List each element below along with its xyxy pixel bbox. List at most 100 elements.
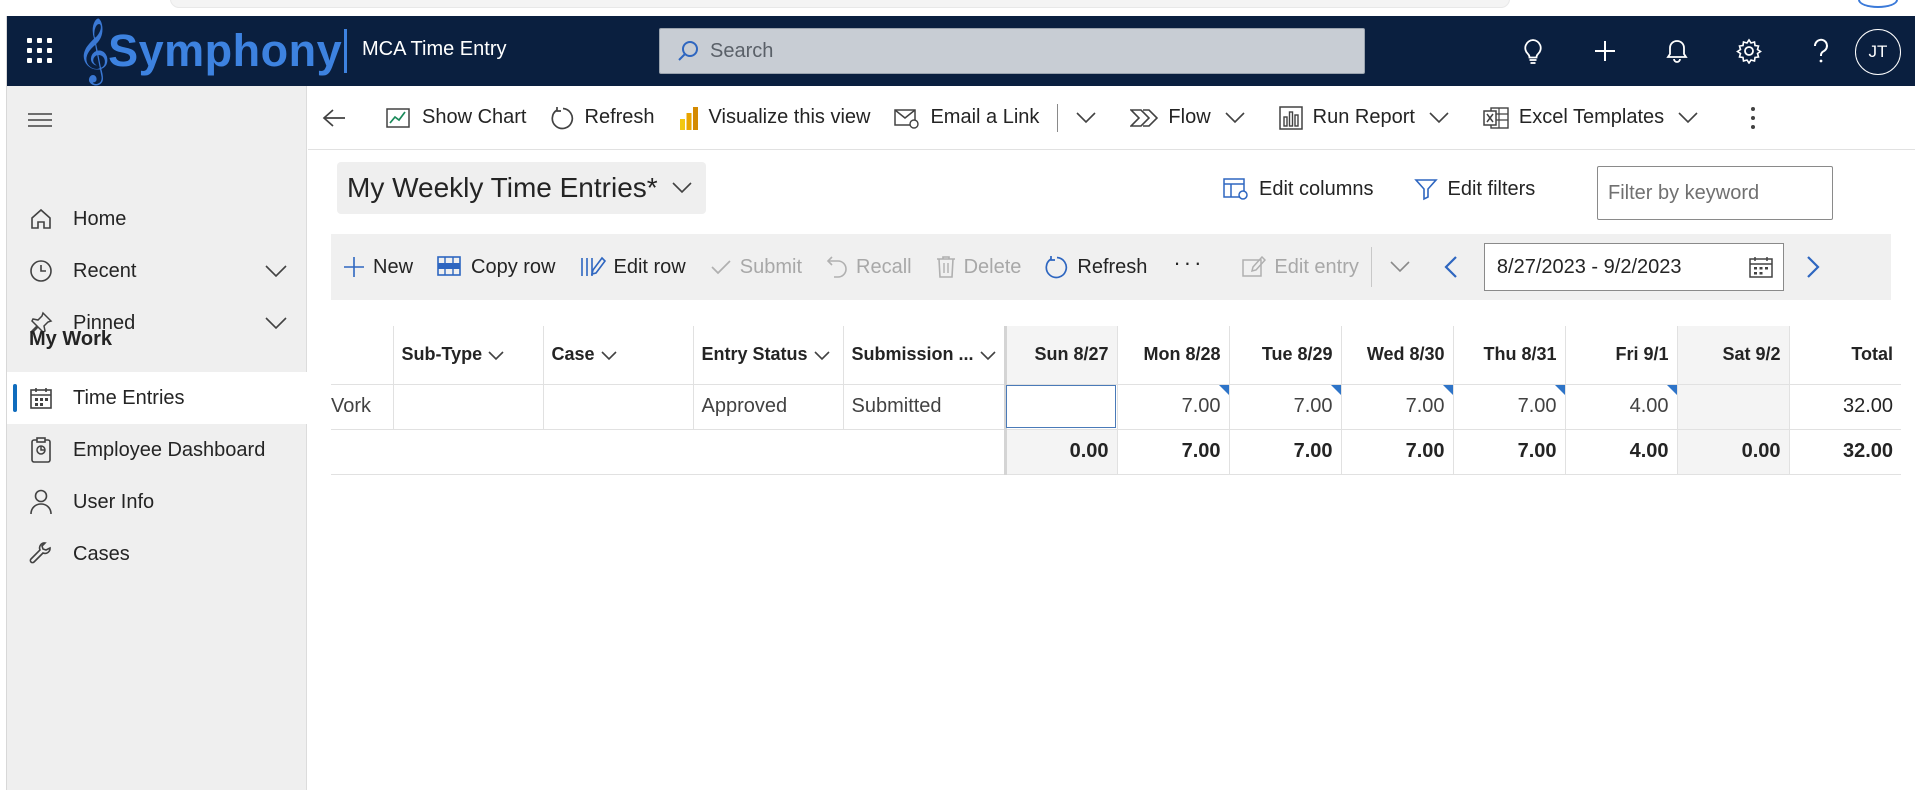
refresh-button[interactable]: Refresh [539,86,667,150]
lightbulb-icon[interactable] [1497,16,1569,86]
sidebar-item-employee-dashboard[interactable]: Employee Dashboard [7,424,307,476]
submit-label: Submit [739,255,802,278]
column-header-type[interactable] [331,326,393,385]
browser-corner-icon [1858,0,1898,8]
cell-case[interactable] [542,384,693,430]
edit-entry-button[interactable]: Edit entry [1230,234,1370,300]
cell-fri[interactable]: 4.00 [1564,384,1678,430]
top-icons [1497,16,1857,86]
chevron-down-icon[interactable] [1076,111,1096,124]
table-row[interactable]: Vork Approved Submitted 7.00 7.00 7.00 7… [331,384,1902,430]
wrench-icon [27,540,55,568]
column-header-entry-status[interactable]: Entry Status [692,326,843,385]
date-range-picker[interactable]: 8/27/2023 - 9/2/2023 [1483,243,1784,291]
column-header-mon[interactable]: Mon 8/28 [1116,326,1230,385]
submit-button[interactable]: Submit [698,234,814,300]
email-link-button[interactable]: Email a Link [882,86,1118,150]
calendar-icon[interactable] [1749,256,1773,278]
browser-strip [0,0,1915,16]
edit-columns-button[interactable]: Edit columns [1223,177,1374,201]
sidebar-item-cases[interactable]: Cases [7,528,307,580]
column-header-case[interactable]: Case [542,326,693,385]
grid-refresh-button[interactable]: Refresh [1033,234,1159,300]
copy-row-button[interactable]: Copy row [425,234,567,300]
chevron-down-icon[interactable] [1678,111,1698,124]
visualize-view-button[interactable]: Visualize this view [667,86,883,150]
user-avatar[interactable]: JT [1855,29,1901,75]
sidebar-item-user-info[interactable]: User Info [7,476,307,528]
powerbi-icon [679,106,698,130]
more-commands-button[interactable] [1738,86,1778,150]
column-header-tue[interactable]: Tue 8/29 [1228,326,1342,385]
app-launcher-icon[interactable] [27,38,53,64]
search-placeholder: Search [710,39,774,62]
app-frame: 𝄞 Symphony MCA Time Entry Search JT Home… [6,16,1915,790]
column-header-thu[interactable]: Thu 8/31 [1452,326,1566,385]
cell-sun[interactable] [1003,384,1118,430]
calendar-icon [27,384,55,412]
sidebar-item-label: User Info [73,490,155,513]
delete-button[interactable]: Delete [924,234,1034,300]
chevron-left-icon [1444,256,1457,278]
grid-header-row: Sub-Type Case Entry Status Submission ..… [331,326,1902,385]
back-button[interactable] [308,86,374,150]
gear-icon[interactable] [1713,16,1785,86]
chevron-down-icon[interactable] [265,265,287,277]
column-header-sun[interactable]: Sun 8/27 [1003,326,1118,385]
chevron-down-icon[interactable] [1225,111,1245,124]
undo-icon [826,256,847,278]
search-input[interactable]: Search [659,28,1365,74]
recall-button[interactable]: Recall [814,234,924,300]
cell-sat[interactable] [1676,384,1790,430]
cell-sub-type[interactable] [392,384,543,430]
chevron-down-icon[interactable] [265,317,287,329]
app-title[interactable]: MCA Time Entry [362,38,506,61]
flow-button[interactable]: Flow [1118,86,1266,150]
new-button[interactable]: New [331,234,425,300]
view-selector[interactable]: My Weekly Time Entries* [337,162,706,214]
brand-divider [344,29,348,73]
next-week-button[interactable] [1784,234,1842,300]
cell-entry-status[interactable]: Approved [692,384,843,430]
edit-row-button[interactable]: Edit row [568,234,698,300]
cell-empty [693,429,843,475]
cell-tue[interactable]: 7.00 [1228,384,1342,430]
show-chart-button[interactable]: Show Chart [374,86,539,150]
help-icon[interactable] [1785,16,1857,86]
cell-mon[interactable]: 7.00 [1116,384,1230,430]
plus-icon[interactable] [1569,16,1641,86]
excel-templates-button[interactable]: Excel Templates [1471,86,1720,150]
column-header-submission[interactable]: Submission ... [842,326,1006,385]
bell-icon[interactable] [1641,16,1713,86]
chevron-down-icon[interactable] [1429,111,1449,124]
filter-keyword-placeholder: Filter by keyword [1608,181,1760,204]
run-report-button[interactable]: Run Report [1267,86,1471,150]
sidebar-item-recent[interactable]: Recent [7,245,307,297]
cell-wed[interactable]: 7.00 [1340,384,1454,430]
previous-week-button[interactable] [1436,234,1480,300]
column-header-sat[interactable]: Sat 9/2 [1676,326,1790,385]
column-header-fri[interactable]: Fri 9/1 [1564,326,1678,385]
chevron-right-icon [1807,256,1820,278]
column-header-sub-type[interactable]: Sub-Type [392,326,543,385]
new-label: New [373,255,414,278]
hamburger-menu-icon[interactable] [27,112,53,128]
chevron-down-icon [488,350,504,360]
sidebar-item-home[interactable]: Home [7,193,307,245]
filter-keyword-input[interactable]: Filter by keyword [1597,166,1833,220]
view-title: My Weekly Time Entries* [347,172,658,203]
more-options-button[interactable]: ··· [1159,234,1230,300]
totals-row: 0.00 7.00 7.00 7.00 7.00 4.00 0.00 32.00 [331,429,1902,475]
cell-submission[interactable]: Submitted [842,384,1006,430]
cell-type[interactable]: Vork [331,384,393,430]
cell-thu[interactable]: 7.00 [1452,384,1566,430]
edit-entry-dropdown[interactable] [1378,234,1436,300]
edit-filters-button[interactable]: Edit filters [1413,177,1535,201]
cell-empty [331,429,393,475]
show-chart-label: Show Chart [422,106,527,128]
total-grand: 32.00 [1788,429,1902,475]
sidebar-item-time-entries[interactable]: Time Entries [7,372,307,424]
column-header-wed[interactable]: Wed 8/30 [1340,326,1454,385]
edit-row-icon [580,256,606,276]
brand-logo[interactable]: 𝄞 Symphony [77,20,348,82]
